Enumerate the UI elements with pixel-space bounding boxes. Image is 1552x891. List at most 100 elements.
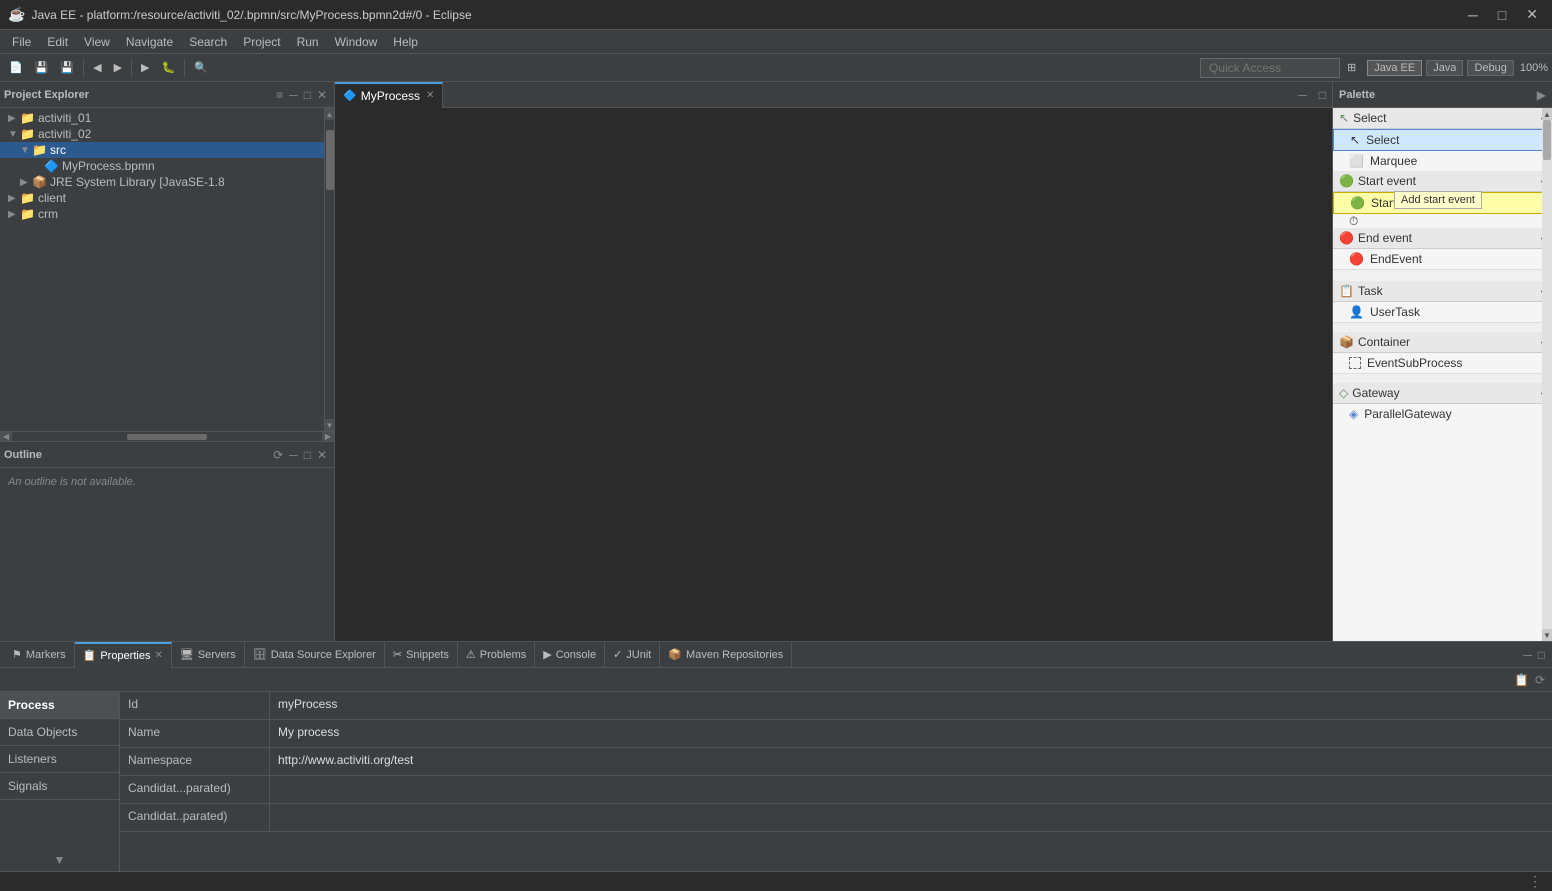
tab-properties[interactable]: 📋 Properties ✕	[75, 642, 172, 668]
prop-row-id: Id myProcess	[120, 692, 1552, 720]
menu-search[interactable]: Search	[181, 33, 235, 51]
perspective-debug[interactable]: Debug	[1467, 60, 1513, 76]
task-section-icon: 📋	[1339, 284, 1354, 298]
palette-scroll-up[interactable]: ▲	[1542, 108, 1552, 120]
prop-label-id: Id	[120, 692, 270, 719]
menu-run[interactable]: Run	[289, 33, 327, 51]
h-scroll-left[interactable]: ◀	[0, 432, 12, 442]
palette-scrollbar[interactable]: ▲ ▼	[1542, 108, 1552, 641]
palette-section-container[interactable]: 📦 Container «	[1333, 332, 1552, 353]
toolbar-save-all[interactable]: 💾	[55, 57, 79, 79]
palette-item-parallel-gateway[interactable]: ◈ ParallelGateway	[1333, 404, 1552, 424]
toolbar-save[interactable]: 💾	[30, 57, 54, 79]
prop-value-candidat1[interactable]	[270, 776, 1552, 803]
bottom-panel-minimize[interactable]: ─	[1520, 647, 1535, 663]
toolbar-perspective-open[interactable]: ⊞	[1342, 57, 1361, 79]
toolbar-back[interactable]: ◀	[88, 57, 106, 79]
palette-item-end-event[interactable]: 🔴 EndEvent	[1333, 249, 1552, 269]
bottom-toolbar-btn2[interactable]: ⟳	[1532, 672, 1548, 688]
prop-cat-listeners[interactable]: Listeners	[0, 746, 119, 773]
prop-value-namespace[interactable]: http://www.activiti.org/test	[270, 748, 1552, 775]
toolbar-search[interactable]: 🔍	[189, 57, 213, 79]
project-explorer-close[interactable]: ✕	[314, 87, 330, 103]
palette-scroll-down[interactable]: ▼	[1542, 629, 1552, 641]
tree-item-activiti01[interactable]: ▶ 📁 activiti_01	[0, 110, 324, 126]
palette-scrollbar-thumb[interactable]	[1543, 120, 1551, 160]
palette-item-user-task[interactable]: 👤 UserTask	[1333, 302, 1552, 322]
tab-properties-close[interactable]: ✕	[154, 650, 162, 661]
tree-item-crm[interactable]: ▶ 📁 crm	[0, 206, 324, 222]
palette-section-end-event[interactable]: 🔴 End event «	[1333, 228, 1552, 249]
scrollbar-down-arrow[interactable]: ▼	[325, 419, 334, 431]
palette-item-select[interactable]: ↖ Select	[1333, 129, 1552, 151]
project-explorer-maximize[interactable]: □	[301, 87, 314, 103]
prop-value-name[interactable]: My process	[270, 720, 1552, 747]
outline-sync[interactable]: ⟳	[270, 447, 286, 463]
menu-window[interactable]: Window	[327, 33, 386, 51]
prop-cat-process[interactable]: Process	[0, 692, 119, 719]
editor-maximize[interactable]: □	[1313, 86, 1332, 104]
prop-cat-data-objects[interactable]: Data Objects	[0, 719, 119, 746]
h-scroll-right[interactable]: ▶	[322, 432, 334, 442]
minimize-button[interactable]: ─	[1462, 4, 1484, 25]
editor-tab-myprocess[interactable]: 🔷 MyProcess ✕	[335, 82, 443, 108]
prop-cat-signals[interactable]: Signals	[0, 773, 119, 800]
palette-section-task[interactable]: 📋 Task «	[1333, 281, 1552, 302]
tab-snippets[interactable]: ✂ Snippets	[385, 642, 458, 668]
tree-item-client[interactable]: ▶ 📁 client	[0, 190, 324, 206]
palette-item-event-subprocess[interactable]: EventSubProcess	[1333, 353, 1552, 373]
scrollbar-up-arrow[interactable]: ▲	[325, 108, 334, 120]
prop-value-candidat2[interactable]	[270, 804, 1552, 831]
toolbar-forward[interactable]: ▶	[109, 57, 127, 79]
perspective-javaee[interactable]: Java EE	[1367, 60, 1422, 76]
tab-markers[interactable]: ⚑ Markers	[4, 642, 75, 668]
maximize-button[interactable]: □	[1492, 4, 1512, 25]
outline-close[interactable]: ✕	[314, 447, 330, 463]
tab-datasource[interactable]: 🗄 Data Source Explorer	[245, 642, 385, 668]
explorer-h-scrollbar[interactable]: ◀ ▶	[0, 431, 334, 441]
menu-view[interactable]: View	[76, 33, 118, 51]
bottom-content: Process Data Objects Listeners Signals ▼…	[0, 692, 1552, 871]
bottom-toolbar-btn1[interactable]: 📋	[1511, 672, 1532, 688]
palette-item-start-event[interactable]: 🟢 StartEvent Add start event	[1333, 192, 1552, 214]
toolbar-debug[interactable]: 🐛	[157, 57, 181, 79]
outline-minimize[interactable]: ─	[286, 447, 301, 463]
palette-section-select[interactable]: ↖ Select «	[1333, 108, 1552, 129]
tree-item-jre[interactable]: ▶ 📦 JRE System Library [JavaSE-1.8	[0, 174, 324, 190]
menu-project[interactable]: Project	[235, 33, 288, 51]
toolbar: 📄 💾 💾 ◀ ▶ ▶ 🐛 🔍 ⊞ Java EE Java Debug 100…	[0, 54, 1552, 82]
project-explorer-minimize[interactable]: ─	[286, 87, 301, 103]
menu-edit[interactable]: Edit	[39, 33, 76, 51]
tab-console[interactable]: ▶ Console	[535, 642, 605, 668]
tree-item-src[interactable]: ▼ 📁 src	[0, 142, 324, 158]
prop-value-id[interactable]: myProcess	[270, 692, 1552, 719]
toolbar-new[interactable]: 📄	[4, 57, 28, 79]
menu-bar: File Edit View Navigate Search Project R…	[0, 30, 1552, 54]
tree-item-myprocess[interactable]: 🔷 MyProcess.bpmn	[0, 158, 324, 174]
tree-item-activiti02[interactable]: ▼ 📁 activiti_02	[0, 126, 324, 142]
bottom-panel-maximize[interactable]: □	[1535, 647, 1548, 663]
editor-minimize[interactable]: ─	[1292, 86, 1313, 104]
palette-section-start-event[interactable]: 🟢 Start event «	[1333, 171, 1552, 192]
explorer-scrollbar[interactable]: ▲ ▼	[324, 108, 334, 431]
tab-problems[interactable]: ⚠ Problems	[458, 642, 535, 668]
palette-section-gateway[interactable]: ◇ Gateway «	[1333, 383, 1552, 404]
menu-navigate[interactable]: Navigate	[118, 33, 181, 51]
editor-area	[335, 108, 1332, 641]
scrollbar-thumb[interactable]	[326, 130, 334, 190]
palette-collapse[interactable]: ▶	[1537, 88, 1546, 102]
tab-close-myprocess[interactable]: ✕	[426, 90, 434, 101]
menu-file[interactable]: File	[4, 33, 39, 51]
tab-junit[interactable]: ✓ JUnit	[605, 642, 660, 668]
toolbar-run[interactable]: ▶	[136, 57, 154, 79]
close-button[interactable]: ✕	[1520, 4, 1544, 25]
outline-maximize[interactable]: □	[301, 447, 314, 463]
perspective-java[interactable]: Java	[1426, 60, 1463, 76]
palette-item-marquee[interactable]: ⬜ Marquee	[1333, 151, 1552, 171]
tab-maven[interactable]: 📦 Maven Repositories	[660, 642, 792, 668]
project-explorer-menu[interactable]: ≡	[273, 87, 286, 103]
quick-access-input[interactable]	[1200, 58, 1340, 78]
palette-item-timer-start[interactable]: ⏱	[1333, 214, 1552, 228]
menu-help[interactable]: Help	[385, 33, 426, 51]
tab-servers[interactable]: 🖥 Servers	[172, 642, 245, 668]
